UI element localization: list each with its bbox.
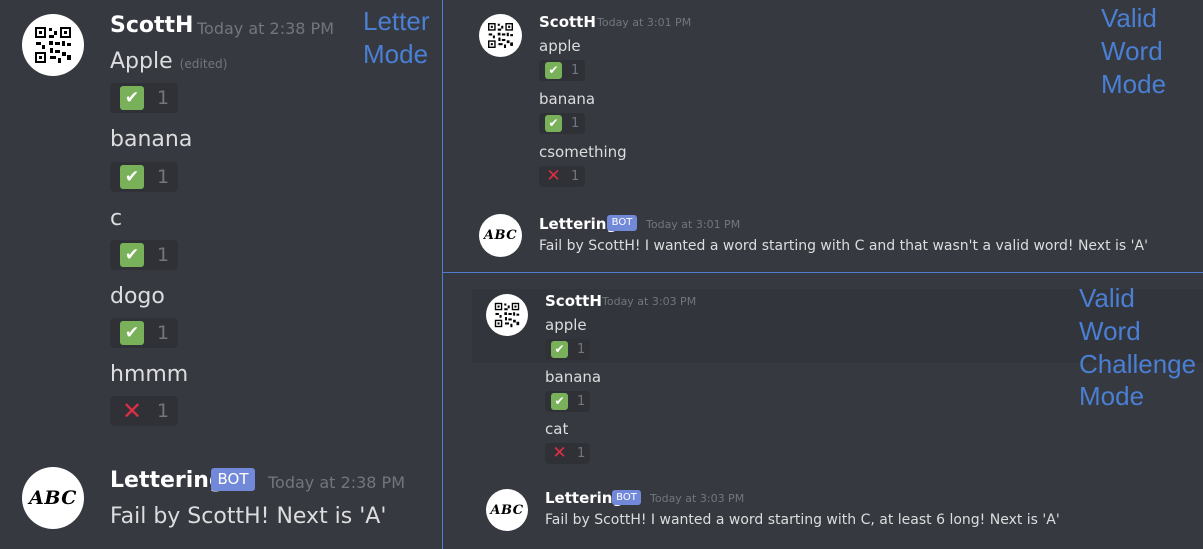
- message-timestamp: Today at 3:03 PM: [602, 295, 697, 308]
- check-mark-icon: ✔: [551, 341, 568, 358]
- cross-mark-icon: ✕: [552, 443, 567, 463]
- qr-code-icon: [488, 23, 513, 48]
- check-mark-icon: ✔: [120, 165, 144, 189]
- letter-mode-panel: ScottH Today at 2:38 PM Apple (edited) ✔…: [0, 0, 442, 549]
- message-timestamp: Today at 2:38 PM: [197, 19, 334, 38]
- message-text: hmmm: [110, 362, 189, 387]
- qr-avatar-icon[interactable]: [479, 14, 522, 57]
- reaction-count: 1: [157, 166, 170, 188]
- reaction-count: 1: [577, 394, 586, 409]
- lettering-bot-avatar[interactable]: ABC: [479, 214, 522, 257]
- qr-avatar-icon[interactable]: [22, 14, 84, 76]
- bot-message-text: Fail by ScottH! I wanted a word starting…: [545, 512, 1060, 528]
- reaction-count: 1: [571, 169, 580, 184]
- check-mark-icon: ✔: [120, 86, 144, 110]
- message-text: apple: [539, 37, 581, 55]
- reaction-count: 1: [157, 400, 170, 422]
- check-mark-icon: ✔: [545, 62, 562, 79]
- reaction-count: 1: [577, 342, 586, 357]
- qr-code-icon: [494, 302, 520, 328]
- message-timestamp: Today at 3:01 PM: [646, 218, 741, 231]
- reaction-check[interactable]: ✔ 1: [110, 83, 178, 113]
- message-text: apple: [545, 316, 587, 334]
- reaction-check[interactable]: ✔ 1: [545, 391, 590, 412]
- reaction-cross[interactable]: ✕ 1: [110, 396, 178, 426]
- check-mark-icon: ✔: [120, 243, 144, 267]
- bot-badge: BOT: [607, 215, 637, 231]
- reaction-cross[interactable]: ✕ 1: [545, 443, 590, 464]
- mode-label: Valid Word Mode: [1101, 3, 1167, 99]
- username-lettering[interactable]: Lettering: [110, 468, 225, 493]
- username-scotth[interactable]: ScottH: [110, 13, 193, 38]
- check-mark-icon: ✔: [551, 393, 568, 410]
- username-scotth[interactable]: ScottH: [539, 13, 596, 31]
- message-text: dogo: [110, 284, 165, 309]
- reaction-check[interactable]: ✔ 1: [545, 339, 590, 360]
- bot-message-text: Fail by ScottH! Next is 'A': [110, 504, 387, 529]
- message-text: csomething: [539, 143, 627, 161]
- qr-code-icon: [35, 27, 71, 63]
- cross-mark-icon: ✕: [121, 397, 143, 425]
- reaction-count: 1: [157, 322, 170, 344]
- username-scotth[interactable]: ScottH: [545, 292, 602, 310]
- message-text: banana: [539, 90, 596, 108]
- lettering-bot-avatar[interactable]: ABC: [22, 467, 84, 529]
- reaction-count: 1: [157, 244, 170, 266]
- message-text: banana: [110, 127, 193, 152]
- cross-mark-icon: ✕: [546, 166, 561, 186]
- reaction-check[interactable]: ✔ 1: [539, 113, 585, 134]
- message-text: c: [110, 206, 123, 231]
- reaction-count: 1: [571, 116, 580, 131]
- lettering-bot-avatar[interactable]: ABC: [486, 489, 528, 531]
- mode-label: Valid Word Challenge Mode: [1079, 283, 1197, 412]
- reaction-check[interactable]: ✔ 1: [110, 240, 178, 270]
- reaction-check[interactable]: ✔ 1: [110, 318, 178, 348]
- edited-marker: (edited): [179, 57, 228, 71]
- bot-message-text: Fail by ScottH! I wanted a word starting…: [539, 238, 1148, 254]
- reaction-check[interactable]: ✔ 1: [539, 60, 585, 81]
- check-mark-icon: ✔: [545, 115, 562, 132]
- bot-badge: BOT: [211, 468, 255, 491]
- mode-label: Letter Mode: [363, 6, 430, 69]
- reaction-count: 1: [577, 446, 586, 461]
- message-timestamp: Today at 3:03 PM: [650, 492, 745, 505]
- reaction-check[interactable]: ✔ 1: [110, 162, 178, 192]
- reaction-count: 1: [157, 87, 170, 109]
- username-lettering[interactable]: Lettering: [539, 215, 617, 233]
- message-text: banana: [545, 368, 602, 386]
- message-text: cat: [545, 420, 569, 438]
- qr-avatar-icon[interactable]: [486, 294, 528, 336]
- message-timestamp: Today at 2:38 PM: [268, 473, 405, 492]
- message-timestamp: Today at 3:01 PM: [597, 16, 692, 29]
- bot-badge: BOT: [612, 490, 641, 505]
- check-mark-icon: ✔: [120, 321, 144, 345]
- reaction-cross[interactable]: ✕ 1: [539, 166, 585, 187]
- reaction-count: 1: [571, 63, 580, 78]
- message-text: Apple (edited): [110, 49, 228, 74]
